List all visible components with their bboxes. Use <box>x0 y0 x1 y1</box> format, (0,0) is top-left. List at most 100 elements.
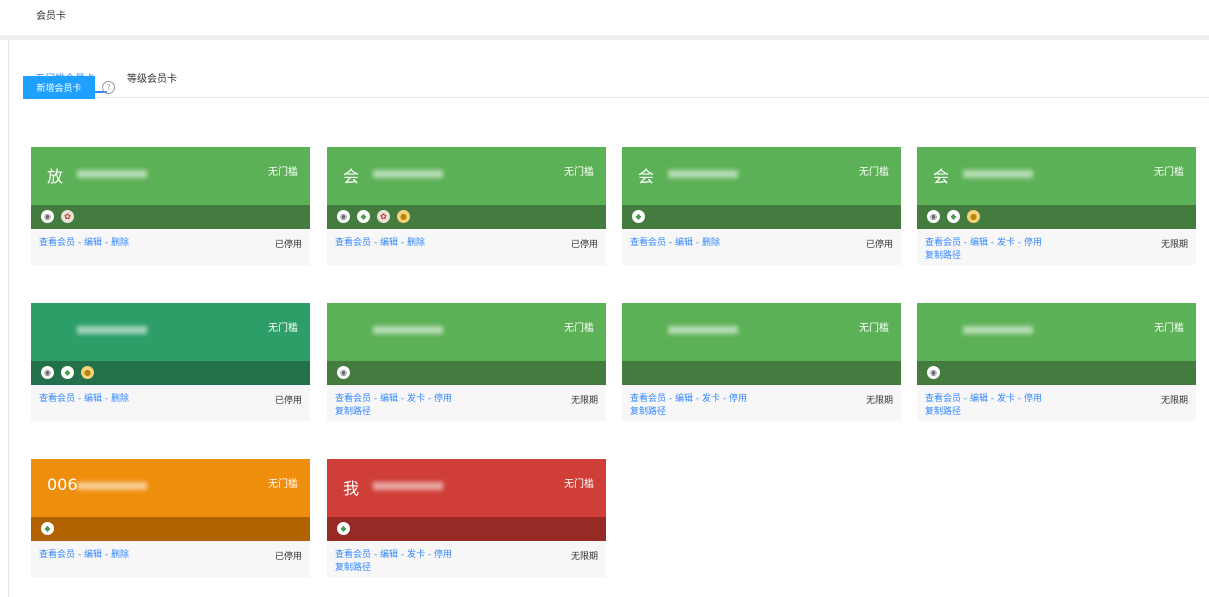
card-action-link[interactable]: 编辑 <box>380 394 398 404</box>
redaction-blur <box>77 326 147 334</box>
card-action-link[interactable]: 删除 <box>111 394 129 404</box>
card-actions: 查看会员 - 编辑 - 删除 <box>39 393 129 406</box>
card-action-link[interactable]: 发卡 <box>702 394 720 404</box>
card-action-link[interactable]: 编辑 <box>84 394 102 404</box>
card-action-link[interactable]: 查看会员 <box>39 394 75 404</box>
card-action-link[interactable]: 删除 <box>111 238 129 248</box>
help-icon[interactable]: ? <box>102 81 115 94</box>
redaction-blur <box>77 170 147 178</box>
redaction-blur <box>668 326 738 334</box>
page-title: 会员卡 <box>36 11 66 22</box>
redaction-blur <box>373 482 443 490</box>
card-action-link[interactable]: 停用 <box>434 550 452 560</box>
action-separator: - <box>1015 394 1024 404</box>
copy-path-link[interactable]: 复制路径 <box>630 407 666 417</box>
card-action-link[interactable]: 编辑 <box>380 550 398 560</box>
card-actions: 查看会员 - 编辑 - 发卡 - 停用 复制路径 <box>335 549 452 575</box>
action-separator: - <box>102 394 111 404</box>
copy-path-link[interactable]: 复制路径 <box>925 251 961 261</box>
gift-icon: ✿ <box>377 210 390 223</box>
copy-path-link[interactable]: 复制路径 <box>335 407 371 417</box>
action-separator: - <box>961 238 970 248</box>
threshold-label: 无门槛 <box>1154 167 1184 178</box>
card-action-link[interactable]: 编辑 <box>675 394 693 404</box>
card-action-link[interactable]: 停用 <box>729 394 747 404</box>
card-name: 会 <box>638 163 748 186</box>
action-separator: - <box>720 394 729 404</box>
card-action-link[interactable]: 查看会员 <box>39 550 75 560</box>
circle-icon: ◉ <box>337 210 350 223</box>
card-name <box>638 319 748 339</box>
card-status: 已停用 <box>274 552 302 562</box>
card-action-link[interactable]: 发卡 <box>407 550 425 560</box>
threshold-label: 无门槛 <box>268 479 298 490</box>
action-separator: - <box>425 550 434 560</box>
coin-icon: ● <box>81 366 94 379</box>
circle-icon: ◉ <box>337 366 350 379</box>
card-action-link[interactable]: 查看会员 <box>335 394 371 404</box>
card-action-link[interactable]: 编辑 <box>970 394 988 404</box>
card-action-link[interactable]: 删除 <box>407 238 425 248</box>
action-separator: - <box>75 550 84 560</box>
card-action-link[interactable]: 停用 <box>434 394 452 404</box>
card-action-link[interactable]: 编辑 <box>675 238 693 248</box>
action-separator: - <box>398 394 407 404</box>
coin-icon: ● <box>397 210 410 223</box>
benefit-icons: ◉ ◆ ✿ ● <box>337 210 417 224</box>
card-header: 我 无门槛 <box>327 459 606 517</box>
card-action-link[interactable]: 停用 <box>1024 394 1042 404</box>
leaf-icon: ◆ <box>947 210 960 223</box>
card-action-link[interactable]: 查看会员 <box>630 238 666 248</box>
circle-icon: ◉ <box>41 210 54 223</box>
card-status: 已停用 <box>570 240 598 250</box>
action-separator: - <box>666 238 675 248</box>
circle-icon: ◉ <box>927 366 940 379</box>
card-actions: 查看会员 - 编辑 - 删除 <box>39 549 129 562</box>
benefit-icons: ◉ ◆ ● <box>927 210 987 224</box>
benefit-icons: ◉ ✿ <box>41 210 81 224</box>
card-action-link[interactable]: 查看会员 <box>335 550 371 560</box>
card-action-link[interactable]: 删除 <box>702 238 720 248</box>
add-member-card-button[interactable]: 新增会员卡 <box>23 76 95 99</box>
card-header: 无门槛 <box>917 303 1196 361</box>
redaction-blur <box>963 326 1033 334</box>
card-name: 006 <box>47 475 157 495</box>
card-action-link[interactable]: 发卡 <box>407 394 425 404</box>
threshold-label: 无门槛 <box>564 479 594 490</box>
card-name: 会 <box>933 163 1043 186</box>
action-separator: - <box>988 238 997 248</box>
card-action-link[interactable]: 查看会员 <box>630 394 666 404</box>
card-status: 无限期 <box>570 396 598 406</box>
card-header: 会 无门槛 <box>917 147 1196 205</box>
card-benefit-band <box>622 205 901 229</box>
card-action-link[interactable]: 发卡 <box>997 394 1015 404</box>
card-action-link[interactable]: 停用 <box>1024 238 1042 248</box>
card-action-link[interactable]: 编辑 <box>380 238 398 248</box>
card-action-link[interactable]: 发卡 <box>997 238 1015 248</box>
action-separator: - <box>398 550 407 560</box>
copy-path-link[interactable]: 复制路径 <box>925 407 961 417</box>
card-action-link[interactable]: 编辑 <box>970 238 988 248</box>
card-header: 会 无门槛 <box>622 147 901 205</box>
leaf-icon: ◆ <box>41 522 54 535</box>
tab-level-member-card[interactable]: 等级会员卡 <box>127 70 177 85</box>
card-action-link[interactable]: 编辑 <box>84 238 102 248</box>
copy-path-link[interactable]: 复制路径 <box>335 563 371 573</box>
card-name <box>933 319 1043 339</box>
card-action-link[interactable]: 查看会员 <box>925 394 961 404</box>
card-header: 无门槛 <box>622 303 901 361</box>
card-header: 会 无门槛 <box>327 147 606 205</box>
action-separator: - <box>398 238 407 248</box>
member-card: 无门槛 ◉ 查看会员 - 编辑 - 发卡 - 停用 复制路径 无限期 <box>327 303 606 421</box>
action-separator: - <box>75 238 84 248</box>
action-separator: - <box>666 394 675 404</box>
redaction-blur <box>373 170 443 178</box>
member-card: 006 无门槛 ◆ 查看会员 - 编辑 - 删除 已停用 <box>31 459 310 577</box>
member-card: 无门槛 ◉ 查看会员 - 编辑 - 发卡 - 停用 复制路径 无限期 <box>917 303 1196 421</box>
card-action-link[interactable]: 查看会员 <box>335 238 371 248</box>
card-action-link[interactable]: 删除 <box>111 550 129 560</box>
card-name <box>343 319 453 339</box>
card-action-link[interactable]: 查看会员 <box>39 238 75 248</box>
card-action-link[interactable]: 编辑 <box>84 550 102 560</box>
card-action-link[interactable]: 查看会员 <box>925 238 961 248</box>
